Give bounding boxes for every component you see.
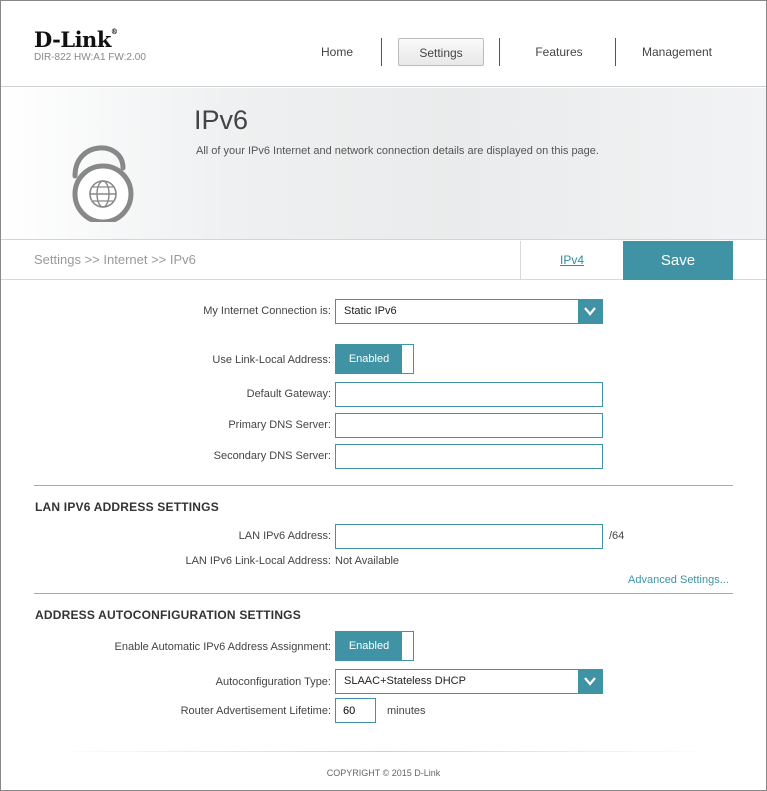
nav-management[interactable]: Management xyxy=(629,38,725,66)
auto-assign-toggle-state: Enabled xyxy=(336,632,402,660)
section-divider xyxy=(34,593,733,594)
secondary-dns-label: Secondary DNS Server: xyxy=(213,450,331,462)
globe-lock-icon xyxy=(67,132,147,227)
nav-features[interactable]: Features xyxy=(519,38,599,66)
default-gateway-label: Default Gateway: xyxy=(246,388,331,400)
advanced-settings-link[interactable]: Advanced Settings... xyxy=(628,574,729,586)
link-local-toggle[interactable]: Enabled xyxy=(335,344,414,374)
default-gateway-input[interactable] xyxy=(335,382,603,407)
auto-assign-label: Enable Automatic IPv6 Address Assignment… xyxy=(114,641,331,653)
main-nav: Home Settings Features Management xyxy=(1,38,766,68)
connection-type-value: Static IPv6 xyxy=(344,305,397,317)
top-bar: D-Link® DIR-822 HW:A1 FW:2.00 Home Setti… xyxy=(1,1,766,87)
lan-address-label: LAN IPv6 Address: xyxy=(238,530,331,542)
nav-separator xyxy=(381,38,382,66)
auto-assign-toggle[interactable]: Enabled xyxy=(335,631,414,661)
ipv4-link[interactable]: IPv4 xyxy=(520,241,623,280)
lan-link-local-label: LAN IPv6 Link-Local Address: xyxy=(185,555,331,567)
ra-lifetime-input[interactable] xyxy=(335,698,376,723)
copyright: COPYRIGHT © 2015 D-Link xyxy=(326,768,441,778)
autoconfig-section-title: ADDRESS AUTOCONFIGURATION SETTINGS xyxy=(35,608,301,622)
save-button[interactable]: Save xyxy=(623,241,733,280)
footer-divider xyxy=(56,751,711,752)
prefix-length: /64 xyxy=(609,530,625,542)
connection-type-label: My Internet Connection is: xyxy=(203,305,331,317)
breadcrumb: Settings >> Internet >> IPv6 xyxy=(34,252,196,267)
primary-dns-input[interactable] xyxy=(335,413,603,438)
page-header: IPv6 All of your IPv6 Internet and netwo… xyxy=(1,88,766,240)
autoconfig-type-label: Autoconfiguration Type: xyxy=(215,676,331,688)
page-title: IPv6 xyxy=(194,105,249,135)
nav-home[interactable]: Home xyxy=(306,38,368,66)
chevron-down-icon xyxy=(578,670,602,693)
secondary-dns-input[interactable] xyxy=(335,444,603,469)
ra-lifetime-unit: minutes xyxy=(387,705,426,717)
connection-type-select[interactable]: Static IPv6 xyxy=(335,299,603,324)
link-local-toggle-state: Enabled xyxy=(336,345,402,373)
nav-separator xyxy=(615,38,616,66)
autoconfig-type-select[interactable]: SLAAC+Stateless DHCP xyxy=(335,669,603,694)
chevron-down-icon xyxy=(578,300,602,323)
primary-dns-label: Primary DNS Server: xyxy=(228,419,331,431)
page-description: All of your IPv6 Internet and network co… xyxy=(196,145,599,157)
ra-lifetime-label: Router Advertisement Lifetime: xyxy=(180,705,331,717)
nav-separator xyxy=(499,38,500,66)
nav-settings[interactable]: Settings xyxy=(398,38,484,66)
autoconfig-type-value: SLAAC+Stateless DHCP xyxy=(344,675,466,687)
lan-link-local-value: Not Available xyxy=(335,555,400,567)
lan-section-title: LAN IPV6 ADDRESS SETTINGS xyxy=(35,500,219,514)
section-divider xyxy=(34,485,733,486)
lan-address-input[interactable] xyxy=(335,524,603,549)
router-admin-page: D-Link® DIR-822 HW:A1 FW:2.00 Home Setti… xyxy=(0,0,767,791)
breadcrumb-bar: Settings >> Internet >> IPv6 IPv4 Save xyxy=(1,241,766,280)
link-local-label: Use Link-Local Address: xyxy=(212,354,331,366)
